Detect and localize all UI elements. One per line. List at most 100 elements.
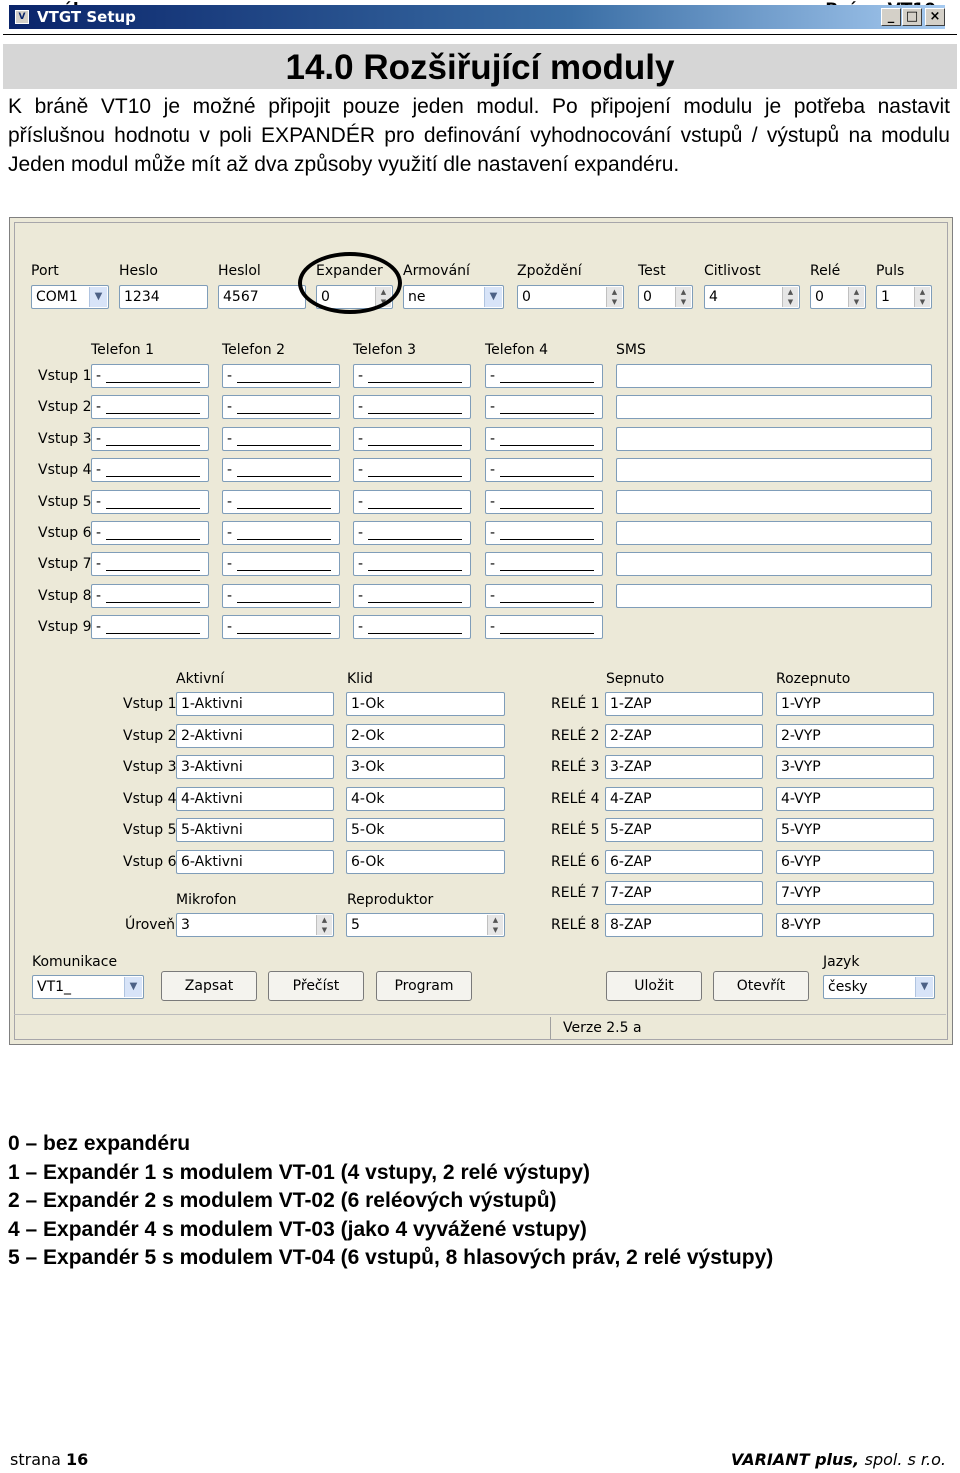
sms-field[interactable] [616,583,932,608]
calm-text-field[interactable]: 5-Ok [346,818,505,842]
speaker-level-field[interactable]: 5 ▲ ▼ [346,913,505,937]
phone-number-field[interactable]: - [353,364,471,388]
spinner-arrows-icon[interactable]: ▲ ▼ [316,915,332,935]
relay-closed-field[interactable]: 1-ZAP [605,692,763,716]
chevron-down-icon[interactable]: ▼ [484,287,502,307]
phone-number-field[interactable]: - [353,458,471,483]
relay-opened-field[interactable]: 1-VYP [776,692,934,716]
program-button[interactable]: Program [376,971,472,1001]
phone-number-field[interactable]: - [485,521,603,545]
spinner-arrows-icon[interactable]: ▲ ▼ [675,287,691,307]
relay-closed-field[interactable]: 6-ZAP [605,849,763,874]
relay-opened-field[interactable]: 2-VYP [776,723,934,748]
phone-number-field[interactable]: - [353,426,471,451]
phone-number-field[interactable]: - [91,552,209,577]
phone-number-field[interactable]: - [91,395,209,420]
phone-number-field[interactable]: - [91,615,209,640]
phone-number-field[interactable]: - [353,521,471,545]
mic-level-field[interactable]: 3 ▲ ▼ [176,913,334,937]
active-text-field[interactable]: 4-Aktivni [176,786,334,811]
otevrit-button[interactable]: Otevřít [713,971,809,1001]
phone-number-field[interactable]: - [353,489,471,514]
calm-text-field[interactable]: 1-Ok [346,692,505,716]
close-button[interactable]: × [925,8,945,26]
zapsat-button[interactable]: Zapsat [161,971,257,1001]
zpozdeni-field[interactable]: 0 ▲ ▼ [517,285,624,309]
phone-number-field[interactable]: - [485,615,603,640]
sms-field[interactable] [616,489,932,514]
relay-opened-field[interactable]: 5-VYP [776,818,934,842]
ulozit-button[interactable]: Uložit [606,971,702,1001]
spinner-arrows-icon[interactable]: ▲ ▼ [487,915,503,935]
phone-number-field[interactable]: - [91,364,209,388]
chevron-down-icon[interactable]: ▼ [915,977,933,997]
phone-number-field[interactable]: - [485,426,603,451]
sms-field[interactable] [616,395,932,420]
phone-number-field[interactable]: - [91,426,209,451]
phone-number-field[interactable]: - [222,426,340,451]
phone-number-field[interactable]: - [91,458,209,483]
sms-field[interactable] [616,521,932,545]
relay-closed-field[interactable]: 3-ZAP [605,755,763,779]
phone-number-field[interactable]: - [353,583,471,608]
phone-number-field[interactable]: - [222,395,340,420]
minimize-button[interactable]: _ [881,8,901,26]
rele-field[interactable]: 0 ▲ ▼ [810,285,866,309]
sms-field[interactable] [616,364,932,388]
heslo-field[interactable]: 1234 [119,285,208,309]
chevron-down-icon[interactable]: ▼ [89,287,107,307]
relay-opened-field[interactable]: 6-VYP [776,849,934,874]
sms-field[interactable] [616,458,932,483]
phone-number-field[interactable]: - [222,552,340,577]
phone-number-field[interactable]: - [91,521,209,545]
calm-text-field[interactable]: 4-Ok [346,786,505,811]
relay-closed-field[interactable]: 7-ZAP [605,881,763,905]
phone-number-field[interactable]: - [353,615,471,640]
phone-number-field[interactable]: - [485,395,603,420]
phone-number-field[interactable]: - [485,489,603,514]
maximize-button[interactable]: □ [902,8,922,26]
relay-closed-field[interactable]: 2-ZAP [605,723,763,748]
port-field[interactable]: COM1 ▼ [31,285,109,309]
calm-text-field[interactable]: 3-Ok [346,755,505,779]
phone-number-field[interactable]: - [222,615,340,640]
phone-number-field[interactable]: - [485,583,603,608]
active-text-field[interactable]: 1-Aktivni [176,692,334,716]
spinner-arrows-icon[interactable]: ▲ ▼ [782,287,798,307]
phone-number-field[interactable]: - [353,395,471,420]
puls-field[interactable]: 1 ▲ ▼ [876,285,932,309]
precist-button[interactable]: Přečíst [268,971,364,1001]
phone-number-field[interactable]: - [485,552,603,577]
phone-number-field[interactable]: - [485,458,603,483]
spinner-arrows-icon[interactable]: ▲ ▼ [848,287,864,307]
comm-select[interactable]: VT1_ ▼ [32,975,144,999]
active-text-field[interactable]: 5-Aktivni [176,818,334,842]
active-text-field[interactable]: 6-Aktivni [176,849,334,874]
citlivost-field[interactable]: 4 ▲ ▼ [704,285,800,309]
calm-text-field[interactable]: 2-Ok [346,723,505,748]
active-text-field[interactable]: 2-Aktivni [176,723,334,748]
calm-text-field[interactable]: 6-Ok [346,849,505,874]
heslol-field[interactable]: 4567 [218,285,306,309]
phone-number-field[interactable]: - [485,364,603,388]
phone-number-field[interactable]: - [222,521,340,545]
phone-number-field[interactable]: - [222,583,340,608]
relay-opened-field[interactable]: 3-VYP [776,755,934,779]
phone-number-field[interactable]: - [91,489,209,514]
language-select[interactable]: česky ▼ [823,975,935,999]
spinner-arrows-icon[interactable]: ▲ ▼ [914,287,930,307]
relay-opened-field[interactable]: 4-VYP [776,786,934,811]
relay-closed-field[interactable]: 4-ZAP [605,786,763,811]
sms-field[interactable] [616,426,932,451]
relay-closed-field[interactable]: 8-ZAP [605,912,763,937]
spinner-arrows-icon[interactable]: ▲ ▼ [606,287,622,307]
relay-opened-field[interactable]: 8-VYP [776,912,934,937]
sms-field[interactable] [616,552,932,577]
test-field[interactable]: 0 ▲ ▼ [638,285,693,309]
chevron-down-icon[interactable]: ▼ [124,977,142,997]
phone-number-field[interactable]: - [222,458,340,483]
armovani-field[interactable]: ne ▼ [403,285,504,309]
phone-number-field[interactable]: - [222,489,340,514]
phone-number-field[interactable]: - [91,583,209,608]
active-text-field[interactable]: 3-Aktivni [176,755,334,779]
